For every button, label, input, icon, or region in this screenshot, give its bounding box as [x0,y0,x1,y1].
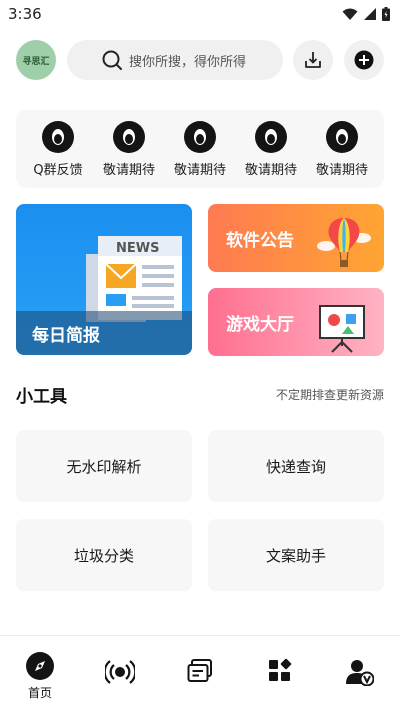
game-hall-banner[interactable]: 游戏大厅 [208,288,384,356]
quick-entry-label: 敬请期待 [244,162,297,178]
quick-entry-coming-soon[interactable]: 敬请期待 [310,120,374,178]
presentation-board-icon [319,305,365,353]
nav-messages[interactable] [170,652,230,684]
search-bar[interactable]: 搜你所搜，得你所得 [67,40,283,80]
message-cards-icon [187,659,212,682]
tool-label: 文案助手 [265,546,326,565]
nav-home-label: 首页 [27,686,52,700]
status-icons [342,7,390,21]
nav-apps[interactable] [250,652,310,684]
wifi-icon [342,8,358,20]
software-notice-banner[interactable]: 软件公告 [208,204,384,272]
user-vip-icon [346,660,374,686]
avatar[interactable]: 寻思汇 [16,40,56,80]
quick-entry-label: 敬请期待 [173,162,226,178]
news-text: NEWS [116,241,159,256]
software-notice-title: 软件公告 [226,230,294,251]
tool-watermark-free-parse[interactable]: 无水印解析 [16,430,192,502]
tool-label: 无水印解析 [66,457,142,476]
qq-penguin-icon [184,120,216,153]
tool-garbage-sorting[interactable]: 垃圾分类 [16,519,192,591]
daily-banner-footer: 每日简报 [16,311,192,355]
battery-icon [382,7,390,21]
plus-circle-icon [354,50,374,70]
download-button[interactable] [293,40,333,80]
tool-label: 快递查询 [265,457,326,476]
nav-profile[interactable] [330,652,390,686]
bottom-navigation: 首页 [0,635,400,711]
status-time: 3:36 [8,5,42,23]
tools-section-subtitle: 不定期排查更新资源 [275,388,384,402]
quick-entry-card: Q群反馈 敬请期待 敬请期待 敬请期待 敬请期待 [16,110,384,188]
qq-penguin-icon [42,120,74,153]
quick-entry-label: 敬请期待 [315,162,368,178]
daily-briefing-banner[interactable]: NEWS 每日简报 [16,204,192,355]
game-hall-title: 游戏大厅 [226,314,294,335]
header: 寻思汇 搜你所搜，得你所得 [16,40,384,80]
compass-icon [26,652,54,680]
broadcast-icon [105,660,135,684]
qq-penguin-icon [255,120,287,153]
daily-briefing-title: 每日简报 [32,325,100,346]
quick-entry-qq-feedback[interactable]: Q群反馈 [26,120,90,178]
hot-air-balloon-icon [317,218,371,267]
quick-entry-label: 敬请期待 [102,162,155,178]
avatar-text: 寻思汇 [22,56,50,67]
status-bar: 3:36 [0,0,400,28]
qq-penguin-icon [326,120,358,153]
quick-entry-label: Q群反馈 [33,162,83,178]
nav-broadcast[interactable] [90,652,150,686]
quick-entry-coming-soon[interactable]: 敬请期待 [97,120,161,178]
tool-label: 垃圾分类 [73,546,134,565]
tools-section-title: 小工具 [16,387,67,407]
tools-section-header: 小工具 不定期排查更新资源 [16,382,384,407]
tool-copywriting-assistant[interactable]: 文案助手 [208,519,384,591]
download-icon [305,52,321,68]
signal-icon [364,8,376,20]
quick-entry-coming-soon[interactable]: 敬请期待 [168,120,232,178]
add-button[interactable] [344,40,384,80]
nav-home[interactable]: 首页 [10,652,70,701]
apps-grid-icon [269,658,292,681]
tool-express-query[interactable]: 快递查询 [208,430,384,502]
search-placeholder: 搜你所搜，得你所得 [129,54,247,70]
quick-entry-coming-soon[interactable]: 敬请期待 [239,120,303,178]
qq-penguin-icon [113,120,145,153]
search-icon [102,50,122,70]
